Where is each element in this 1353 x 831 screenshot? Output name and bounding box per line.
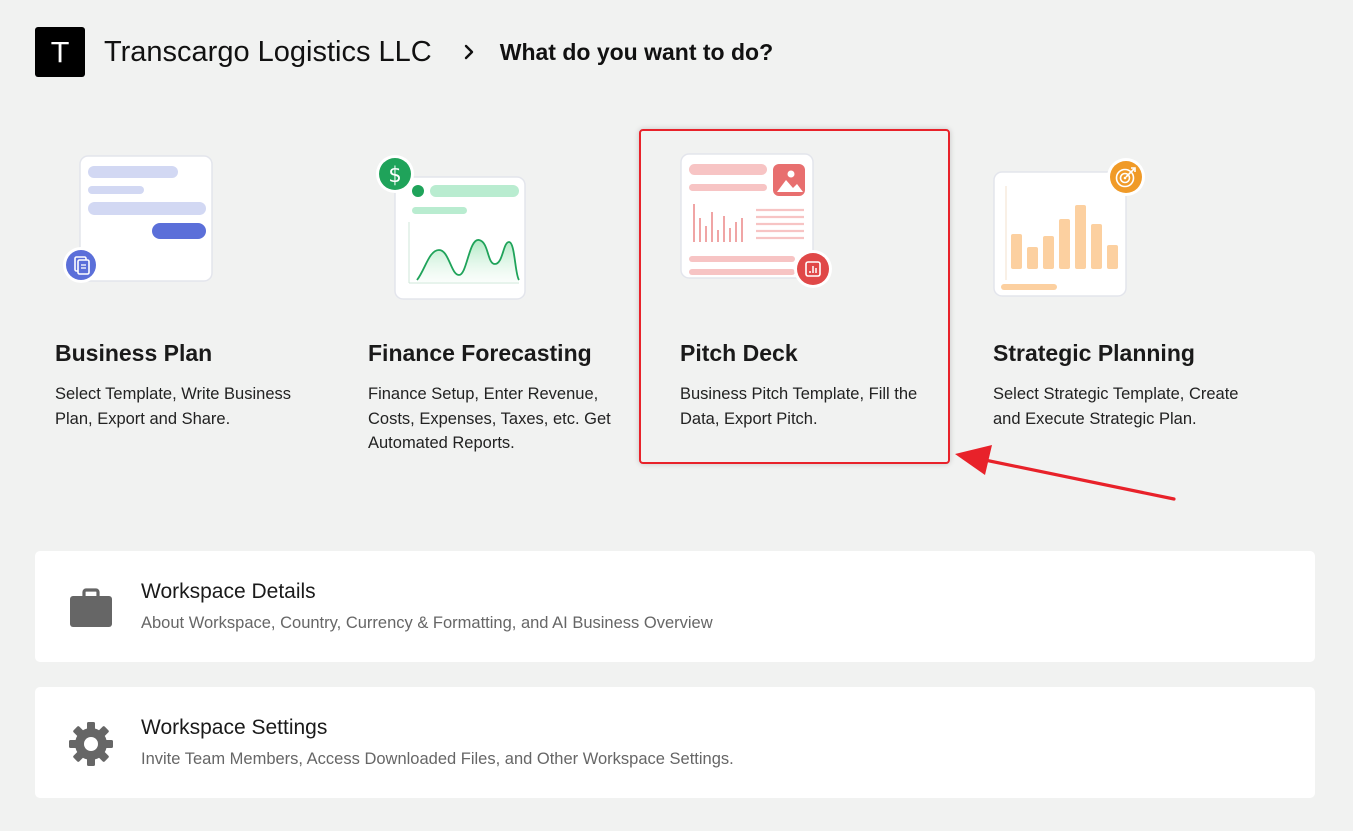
svg-text:$: $ xyxy=(388,163,401,187)
card-description: Select Template, Write Business Plan, Ex… xyxy=(55,385,291,428)
chevron-right-icon xyxy=(462,42,482,62)
card-strategic-planning[interactable]: Strategic Planning Select Strategic Temp… xyxy=(980,130,1290,464)
workspace-settings-row[interactable]: Workspace Settings Invite Team Members, … xyxy=(35,687,1315,798)
presentation-chart-icon xyxy=(794,250,832,288)
document-icon xyxy=(63,247,99,283)
target-icon xyxy=(1107,158,1145,196)
workspace-details-row[interactable]: Workspace Details About Workspace, Count… xyxy=(35,551,1315,662)
annotation-arrow-icon xyxy=(955,445,1176,501)
card-description: Select Strategic Template, Create and Ex… xyxy=(993,385,1239,428)
row-description: About Workspace, Country, Currency & For… xyxy=(141,614,713,632)
card-title: Strategic Planning xyxy=(993,340,1195,366)
card-title: Business Plan xyxy=(55,340,213,366)
page-title: What do you want to do? xyxy=(499,38,774,65)
gear-icon xyxy=(69,722,113,766)
row-title: Workspace Settings xyxy=(141,716,328,739)
company-name[interactable]: Transcargo Logistics LLC xyxy=(104,36,432,69)
card-title: Pitch Deck xyxy=(680,340,798,366)
finance-forecasting-illustration: $ xyxy=(376,155,526,300)
image-icon xyxy=(773,164,805,196)
workspace-logo[interactable]: T xyxy=(35,27,85,77)
row-title: Workspace Details xyxy=(141,580,316,603)
pitch-deck-illustration xyxy=(680,153,832,288)
card-title: Finance Forecasting xyxy=(368,340,592,366)
dollar-icon: $ xyxy=(376,155,414,193)
card-finance-forecasting[interactable]: $ Finance Forecasting Finance Setup, Ent… xyxy=(355,130,665,464)
business-plan-illustration xyxy=(63,155,213,283)
row-description: Invite Team Members, Access Downloaded F… xyxy=(141,750,734,768)
page-header: T Transcargo Logistics LLC What do you w… xyxy=(35,27,773,77)
strategic-planning-illustration xyxy=(993,158,1145,297)
card-pitch-deck[interactable]: Pitch Deck Business Pitch Template, Fill… xyxy=(667,130,977,464)
card-description: Finance Setup, Enter Revenue, Costs, Exp… xyxy=(368,385,611,452)
card-description: Business Pitch Template, Fill the Data, … xyxy=(680,385,918,428)
card-business-plan[interactable]: Business Plan Select Template, Write Bus… xyxy=(42,130,352,464)
briefcase-icon xyxy=(70,588,112,627)
